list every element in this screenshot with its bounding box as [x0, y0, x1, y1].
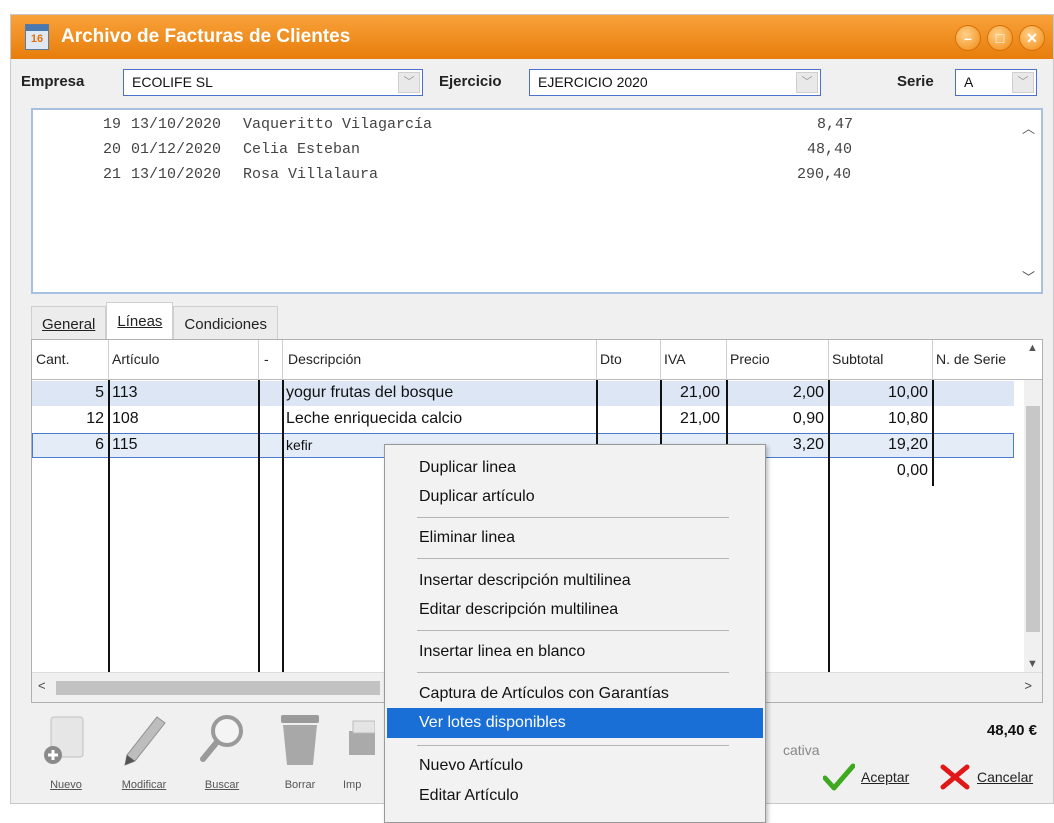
imprimir-button[interactable]: Imp [341, 705, 381, 791]
new-document-icon [41, 713, 91, 767]
window-title: Archivo de Facturas de Clientes [61, 26, 351, 47]
menu-separator [417, 630, 729, 631]
col-dash[interactable]: - [264, 351, 269, 367]
menu-item-insertar-linea-blanco[interactable]: Insertar linea en blanco [387, 637, 763, 667]
menu-separator [417, 517, 729, 518]
pen-icon [119, 713, 169, 767]
chevron-down-icon[interactable]: ﹀ [398, 72, 420, 93]
title-bar: 16 Archivo de Facturas de Clientes – □ ✕ [11, 15, 1053, 59]
col-serie[interactable]: N. de Serie [936, 351, 1006, 367]
minimize-icon[interactable]: – [955, 25, 981, 51]
scroll-up-icon[interactable]: ▲ [1027, 342, 1038, 354]
tab-lineas[interactable]: Líneas [106, 302, 174, 340]
menu-separator [417, 672, 729, 673]
nuevo-button[interactable]: Nuevo [31, 705, 101, 791]
empresa-value: ECOLIFE SL [132, 74, 213, 90]
menu-item-eliminar-linea[interactable]: Eliminar linea [387, 523, 763, 553]
tab-bar: General Líneas Condiciones [31, 302, 278, 340]
scroll-thumb[interactable] [1026, 406, 1040, 632]
col-iva[interactable]: IVA [664, 351, 686, 367]
invoice-row[interactable]: 21 13/10/2020 Rosa Villalaura 290,40 [33, 166, 1041, 190]
invoice-row[interactable]: 20 01/12/2020 Celia Esteban 48,40 [33, 141, 1041, 165]
ejercicio-label: Ejercicio [439, 73, 502, 90]
menu-item-editar-descripcion[interactable]: Editar descripción multilinea [387, 595, 763, 625]
ejercicio-value: EJERCICIO 2020 [538, 74, 648, 90]
menu-item-captura-garantias[interactable]: Captura de Artículos con Garantías [387, 679, 763, 709]
cancelar-button[interactable]: Cancelar [939, 763, 1033, 791]
modificar-button[interactable]: Modificar [109, 705, 179, 791]
tab-condiciones[interactable]: Condiciones [173, 306, 278, 340]
menu-item-ver-lotes[interactable]: Ver lotes disponibles [387, 708, 763, 738]
maximize-icon[interactable]: □ [987, 25, 1013, 51]
borrar-button[interactable]: Borrar [265, 705, 335, 791]
scroll-thumb[interactable] [56, 681, 380, 695]
serie-select[interactable]: A ﹀ [955, 69, 1037, 96]
invoice-row[interactable]: 19 13/10/2020 Vaqueritto Vilagarcía 8,47 [33, 116, 1041, 140]
partial-label: cativa [783, 742, 820, 758]
col-descripcion[interactable]: Descripción [288, 351, 361, 367]
menu-item-insertar-descripcion[interactable]: Insertar descripción multilinea [387, 566, 763, 596]
chevron-down-icon[interactable]: ﹀ [796, 72, 818, 93]
vertical-scrollbar[interactable]: ▲ ▼ [1024, 342, 1042, 674]
col-cant[interactable]: Cant. [36, 351, 69, 367]
grid-header: Cant. Artículo - Descripción Dto IVA Pre… [32, 340, 1042, 380]
scroll-up-icon[interactable]: ︿ [1022, 118, 1035, 137]
scroll-down-icon[interactable]: ﹀ [1022, 267, 1035, 286]
red-x-icon [940, 764, 970, 790]
menu-item-nuevo-articulo[interactable]: Nuevo Artículo [387, 751, 763, 781]
buscar-button[interactable]: Buscar [187, 705, 257, 791]
serie-value: A [964, 74, 974, 90]
scroll-down-icon[interactable]: ▼ [1027, 658, 1038, 670]
menu-item-duplicar-linea[interactable]: Duplicar linea [387, 453, 763, 483]
empresa-select[interactable]: ECOLIFE SL ﹀ [123, 69, 423, 96]
scroll-left-icon[interactable]: < [38, 678, 46, 693]
printer-icon [345, 713, 376, 767]
col-precio[interactable]: Precio [730, 351, 770, 367]
tab-general[interactable]: General [31, 306, 107, 340]
magnifier-icon [197, 713, 247, 767]
invoice-total: 48,40 € [986, 722, 1037, 739]
close-icon[interactable]: ✕ [1019, 25, 1045, 51]
menu-item-editar-articulo[interactable]: Editar Artículo [387, 781, 763, 811]
serie-label: Serie [897, 73, 934, 90]
trash-icon [275, 713, 325, 767]
empresa-label: Empresa [21, 73, 85, 90]
chevron-down-icon[interactable]: ﹀ [1012, 72, 1034, 93]
table-row[interactable]: 12 108 Leche enriquecida calcio 21,00 0,… [32, 407, 1014, 432]
app-calendar-icon: 16 [25, 24, 49, 50]
menu-separator [417, 745, 729, 746]
context-menu: Duplicar linea Duplicar artículo Elimina… [384, 444, 766, 823]
filter-bar: Empresa ECOLIFE SL ﹀ Ejercicio EJERCICIO… [11, 67, 1053, 97]
col-articulo[interactable]: Artículo [112, 351, 159, 367]
col-dto[interactable]: Dto [600, 351, 622, 367]
scroll-right-icon[interactable]: > [1024, 678, 1032, 693]
aceptar-button[interactable]: Aceptar [823, 763, 909, 791]
table-row[interactable]: 5 113 yogur frutas del bosque 21,00 2,00… [32, 381, 1014, 406]
menu-item-duplicar-articulo[interactable]: Duplicar artículo [387, 482, 763, 512]
bottom-toolbar: Nuevo Modificar Buscar Borrar Imp [41, 705, 441, 805]
ejercicio-select[interactable]: EJERCICIO 2020 ﹀ [529, 69, 821, 96]
checkmark-icon [823, 763, 855, 791]
menu-separator [417, 558, 729, 559]
col-subtotal[interactable]: Subtotal [832, 351, 883, 367]
invoice-list[interactable]: 19 13/10/2020 Vaqueritto Vilagarcía 8,47… [31, 108, 1043, 294]
window-controls: – □ ✕ [955, 25, 1045, 51]
